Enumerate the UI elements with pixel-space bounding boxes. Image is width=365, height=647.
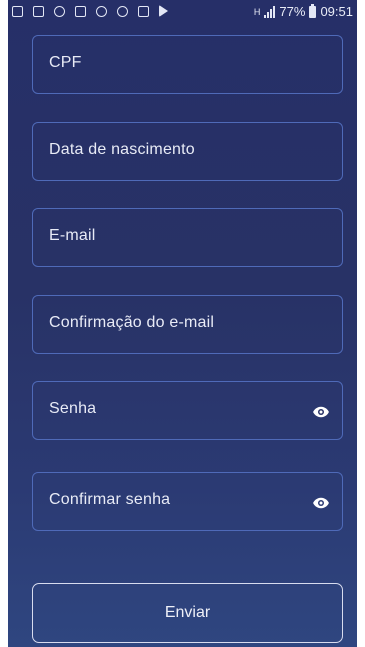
scissors-icon [96,5,107,17]
mail-icon [138,5,149,17]
play-store-icon [159,5,168,17]
email-confirm-field[interactable]: Confirmação do e-mail [32,295,343,354]
birthdate-field[interactable]: Data de nascimento [32,122,343,181]
voicemail-icon [117,5,128,17]
battery-percent: 77% [279,4,306,19]
status-bar: H 77% 09:51 [8,0,357,24]
eye-icon[interactable] [312,494,330,512]
signal-icon [264,5,276,18]
password-confirm-label: Confirmar senha [49,491,171,508]
email-confirm-label: Confirmação do e-mail [49,314,215,331]
submit-button[interactable]: Enviar [32,583,343,643]
email-field[interactable]: E-mail [32,208,343,267]
password-confirm-field[interactable]: Confirmar senha [32,472,343,531]
battery-icon [309,3,317,18]
cpf-label: CPF [49,54,82,71]
birthdate-label: Data de nascimento [49,141,195,158]
app-screen: H 77% 09:51 CPF Data de nascimento E-mai… [8,0,357,647]
cpf-field[interactable]: CPF [32,35,343,94]
image-icon [75,5,86,17]
network-type: H [253,6,261,17]
password-label: Senha [49,400,97,417]
clock: 09:51 [320,4,353,19]
notification-icon [12,5,23,17]
status-notification-icons [12,5,168,17]
email-label: E-mail [49,227,96,244]
submit-button-label: Enviar [164,604,211,621]
eye-icon[interactable] [312,403,330,421]
password-field[interactable]: Senha [32,381,343,440]
message-icon [54,5,65,17]
status-right: H 77% 09:51 [253,3,353,19]
gallery-icon [33,5,44,17]
